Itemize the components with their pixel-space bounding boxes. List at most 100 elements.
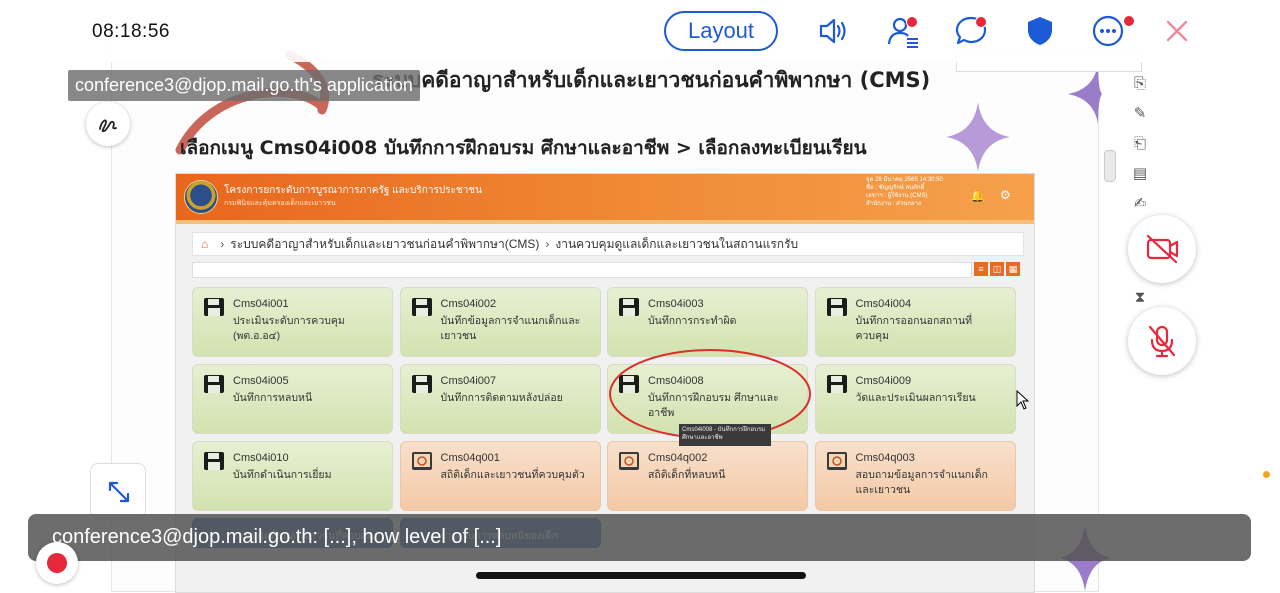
cms-user-info-line: เลขาฯ : ผู้ใช้งาน (CMS) [866,193,928,199]
sparkle-decoration [946,102,1010,172]
grid-view-icon[interactable]: ▦ [1006,262,1020,276]
document-side-toolbar: ⎘ ✎ ⎗ ▤ ✍ ⧗ [1128,72,1152,322]
document-scrollbar[interactable] [1104,150,1116,182]
gear-icon[interactable]: ⚙ [1000,188,1011,202]
home-icon[interactable]: ⌂ [201,237,208,251]
more-icon[interactable] [1091,14,1125,48]
tile-label: บันทึกการออกนอกสถานที่ควบคุม [855,315,973,342]
tile-label: บันทึกการหลบหนี [233,392,313,404]
expand-icon [108,481,130,503]
floppy-icon [826,298,847,316]
bell-icon[interactable]: 🔔 [970,189,985,203]
speaker-icon[interactable] [816,14,850,48]
export-icon[interactable]: ⎗ [1128,132,1152,156]
tile-code: Cms04i007 [440,375,497,387]
sparkle-decoration [1068,64,1102,124]
floppy-icon [204,375,224,393]
chat-notification-dot [975,16,987,28]
tile-code: Cms04i001 [233,298,289,310]
tile-label: วัดและประเมินผลการเรียน [855,392,976,404]
tile-code: Cms04i004 [855,298,912,310]
participants-notification-dot [906,16,918,28]
record-button[interactable] [36,542,78,584]
add-page-icon[interactable]: ⎘ [1128,72,1152,96]
cms-user-info-line: สำนักงาน : ส่วนกลาง [866,201,921,207]
breadcrumb: ⌂ › ระบบคดีอาญาสำหรับเด็กและเยาวชนก่อนคำพิ… [192,232,1024,256]
floppy-icon [619,298,639,316]
menu-tile[interactable]: Cms04q001 สถิติเด็กและเยาวชนที่ควบคุมตัว [399,441,601,511]
more-notification-dot [1123,15,1135,27]
menu-tile[interactable]: Cms04i009 วัดและประเมินผลการเรียน [814,364,1016,434]
tile-label: บันทึกการติดตามหลังปล่อย [440,392,563,404]
camera-off-icon [1146,234,1179,264]
slide-subtitle: เลือกเมนู Cms04i008 บันทึกการฝึกอบรม ศึก… [180,137,867,159]
tile-label: สถิติเด็กที่หลบหนี [648,469,726,481]
home-indicator[interactable] [476,572,806,579]
tile-code: Cms04q003 [855,452,915,464]
menu-tile[interactable]: Cms04i002 บันทึกข้อมูลการจำแนกเด็กและเยาว… [399,287,601,357]
column-view-icon[interactable]: ◫ [990,262,1004,276]
close-icon[interactable] [1160,14,1194,48]
tile-code: Cms04i003 [648,298,704,310]
cms-user-info-line: ชื่อ : ชัญญรักษ์ ลบภักดิ์ [866,185,925,191]
microphone-off-icon [1148,325,1176,358]
tile-code: Cms04i005 [233,375,289,387]
tile-tooltip: Cms04i008 - บันทึกการฝึกอบรม ศึกษาและอาช… [679,424,771,446]
tile-code: Cms04i002 [440,298,497,310]
menu-tile[interactable]: Cms04q003 สอบถามข้อมูลการจำแนกเด็กและเยาว… [814,441,1016,511]
menu-tile[interactable]: Cms04i001 ประเมินระดับการควบคุม (พต.อ.อ๔) [192,287,393,357]
tile-code: Cms04q001 [440,452,500,464]
menu-tile[interactable]: Cms04q002 สถิติเด็กที่หลบหนี [607,441,808,511]
pen-scribble-icon [99,119,117,132]
floppy-icon [411,375,432,393]
breadcrumb-item[interactable]: ระบบคดีอาญาสำหรับเด็กและเยาวชนก่อนคำพิพา… [230,237,539,251]
status-dot [1263,471,1270,478]
tile-code: Cms04q002 [648,452,708,464]
tile-label: บันทึกดำเนินการเยี่ยม [233,469,332,481]
cms-search-input[interactable] [192,262,972,278]
breadcrumb-item[interactable]: งานควบคุมดูแลเด็กและเยาวชนในสถานแรกรับ [555,237,798,251]
tile-label: สอบถามข้อมูลการจำแนกเด็กและเยาวชน [855,469,988,496]
cms-org-name: โครงการยกระดับการบูรณาการภาครัฐ และบริกา… [224,185,482,196]
slide-title: ระบบคดีอาญาสำหรับเด็กและเยาวชนก่อนคำพิพา… [372,68,931,92]
cms-org-subtitle: กรมพินิจและคุ้มครองเด็กและเยาวชน [224,200,336,207]
tile-label: สถิติเด็กและเยาวชนที่ควบคุมตัว [440,469,585,481]
cms-user-info-line: จุด 28 มีนาคม 2565 14:30:50 [866,177,943,183]
menu-tile[interactable]: Cms04i010 บันทึกดำเนินการเยี่ยม [192,441,393,511]
tile-code: Cms04i009 [855,375,912,387]
cms-logo [184,180,218,214]
camera-toggle-button[interactable] [1128,215,1196,283]
mouse-cursor-icon [1016,390,1030,410]
menu-tile[interactable]: Cms04i005 บันทึกการหลบหนี [192,364,393,434]
fullscreen-button[interactable] [90,463,146,519]
tile-label: บันทึกข้อมูลการจำแนกเด็กและเยาวชน [440,315,581,342]
floppy-icon [204,452,224,470]
report-icon [619,452,639,470]
clock: 08:18:56 [92,21,170,42]
list-view-icon[interactable]: ≡ [974,262,988,276]
floppy-icon [826,375,847,393]
menu-tile[interactable]: Cms04i004 บันทึกการออกนอกสถานที่ควบคุม [814,287,1016,357]
cms-header-stripe [176,220,1034,224]
shield-icon[interactable] [1023,14,1057,48]
tile-code: Cms04i010 [233,452,289,464]
edit-icon[interactable]: ✎ [1128,102,1152,126]
menu-tile[interactable]: Cms04i007 บันทึกการติดตามหลังปล่อย [399,364,601,434]
chevron-right-icon: › [220,237,225,251]
layout-button[interactable]: Layout [664,11,778,51]
tile-label: บันทึกการกระทำผิด [648,315,737,327]
shared-application-label: conference3@djop.mail.go.th's applicatio… [68,70,420,101]
microphone-toggle-button[interactable] [1128,307,1196,375]
record-indicator-icon [47,553,67,573]
live-caption-bar: conference3@djop.mail.go.th: [...], how … [28,514,1251,561]
signature-icon[interactable]: ✍ [1128,192,1152,216]
tile-label: ประเมินระดับการควบคุม (พต.อ.อ๔) [233,315,345,342]
chevron-right-icon: › [545,237,550,251]
report-icon [826,452,847,470]
floppy-icon [411,298,432,316]
annotate-button[interactable] [86,102,130,146]
report-icon [411,452,432,470]
comment-icon[interactable]: ▤ [1128,162,1152,186]
floppy-icon [204,298,224,316]
cms-user-info: จุด 28 มีนาคม 2565 14:30:50 ชื่อ : ชัญญร… [866,176,956,208]
